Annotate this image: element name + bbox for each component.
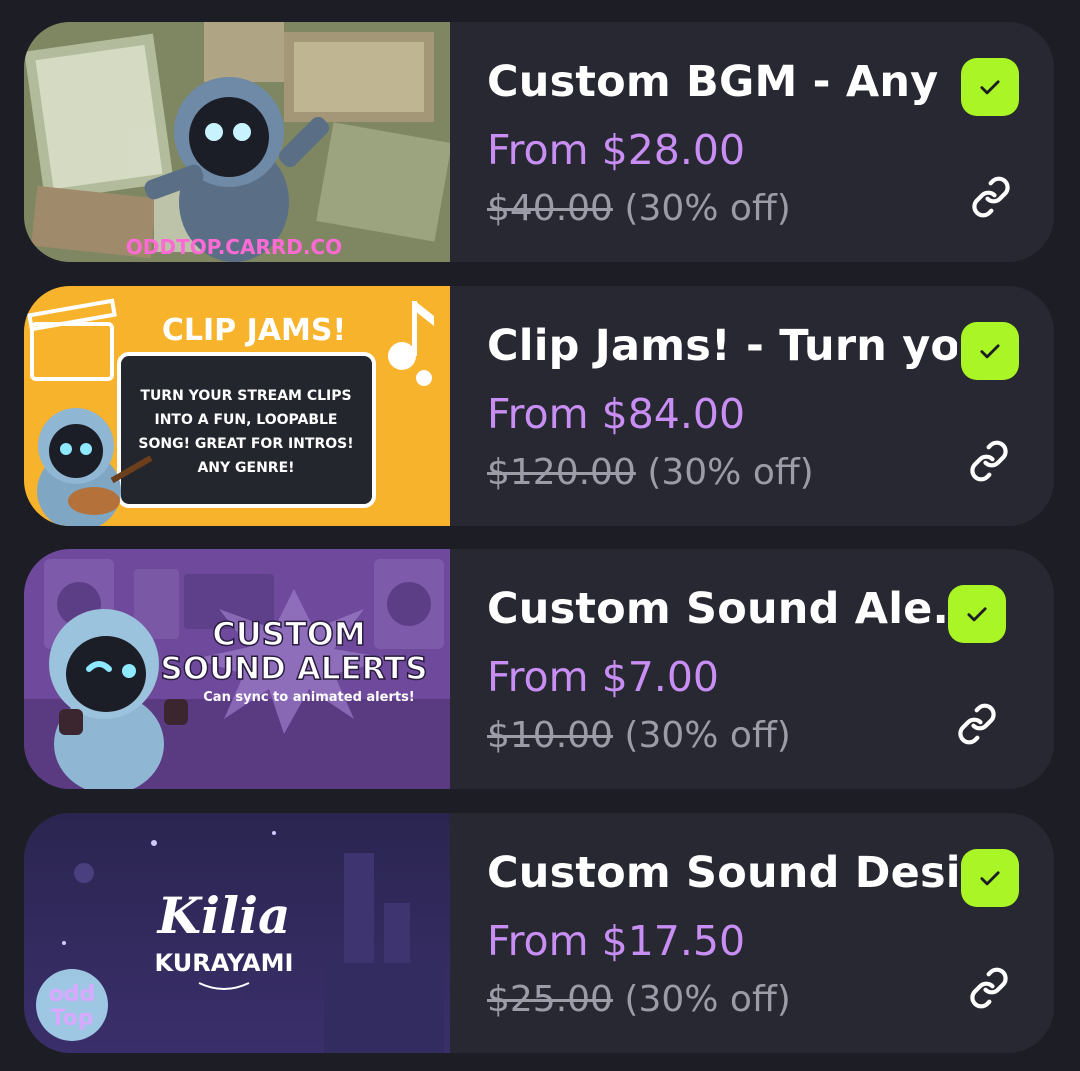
product-thumbnail[interactable]: ODDTOP.CARRD.CO [24, 22, 450, 262]
product-title[interactable]: Custom BGM - Any ... [487, 52, 957, 112]
original-price-line: $25.00 (30% off) [487, 975, 791, 1025]
link-icon[interactable] [964, 436, 1014, 486]
thumb-heading: CLIP JAMS! [162, 313, 346, 348]
discount-label: (30% off) [647, 452, 814, 493]
thumb-logo: Kilia [156, 886, 291, 945]
product-thumbnail[interactable]: CLIP JAMS! TURN YOUR STREAM CLIPS INTO A… [24, 286, 450, 526]
product-thumbnail[interactable]: Kilia KURAYAMI odd Top [24, 813, 450, 1053]
thumb-watermark-text: ODDTOP.CARRD.CO [126, 235, 342, 259]
original-price-line: $120.00 (30% off) [487, 448, 814, 498]
original-price: $10.00 [487, 715, 613, 756]
product-card-clip-jams[interactable]: CLIP JAMS! TURN YOUR STREAM CLIPS INTO A… [24, 286, 1054, 526]
thumb-badge: Top [51, 1006, 94, 1031]
product-price: From $7.00 [487, 653, 719, 701]
original-price: $25.00 [487, 979, 613, 1020]
product-price: From $17.50 [487, 917, 746, 965]
original-price: $120.00 [487, 452, 636, 493]
product-title[interactable]: Custom Sound Ale... [487, 579, 957, 639]
thumb-subtitle: Can sync to animated alerts! [203, 690, 414, 705]
link-icon[interactable] [964, 963, 1014, 1013]
link-icon[interactable] [952, 699, 1002, 749]
check-icon[interactable] [961, 322, 1019, 380]
product-card-sound-alerts[interactable]: CUSTOM SOUND ALERTS Can sync to animated… [24, 549, 1054, 789]
thumb-logo-sub: KURAYAMI [155, 949, 294, 977]
thumb-heading: SOUND ALERTS [160, 651, 427, 687]
product-title[interactable]: Custom Sound Desi... [487, 843, 957, 903]
thumb-badge: odd [49, 982, 96, 1007]
product-card-custom-bgm[interactable]: ODDTOP.CARRD.CO Custom BGM - Any ... Fro… [24, 22, 1054, 262]
thumb-line: SONG! GREAT FOR INTROS! [138, 436, 353, 452]
original-price: $40.00 [487, 188, 613, 229]
check-icon[interactable] [961, 58, 1019, 116]
link-icon[interactable] [966, 172, 1016, 222]
discount-label: (30% off) [624, 715, 791, 756]
discount-label: (30% off) [624, 979, 791, 1020]
check-icon[interactable] [948, 585, 1006, 643]
product-card-sound-design[interactable]: Kilia KURAYAMI odd Top Custom Sound Desi… [24, 813, 1054, 1053]
original-price-line: $10.00 (30% off) [487, 711, 791, 761]
thumb-heading: CUSTOM [212, 615, 365, 653]
product-title[interactable]: Clip Jams! - Turn yo... [487, 316, 957, 376]
product-thumbnail[interactable]: CUSTOM SOUND ALERTS Can sync to animated… [24, 549, 450, 789]
discount-label: (30% off) [624, 188, 791, 229]
product-price: From $28.00 [487, 126, 746, 174]
product-price: From $84.00 [487, 390, 746, 438]
check-icon[interactable] [961, 849, 1019, 907]
thumb-line: INTO A FUN, LOOPABLE [155, 412, 338, 428]
thumb-line: ANY GENRE! [197, 460, 294, 476]
original-price-line: $40.00 (30% off) [487, 184, 791, 234]
thumb-line: TURN YOUR STREAM CLIPS [140, 388, 351, 404]
